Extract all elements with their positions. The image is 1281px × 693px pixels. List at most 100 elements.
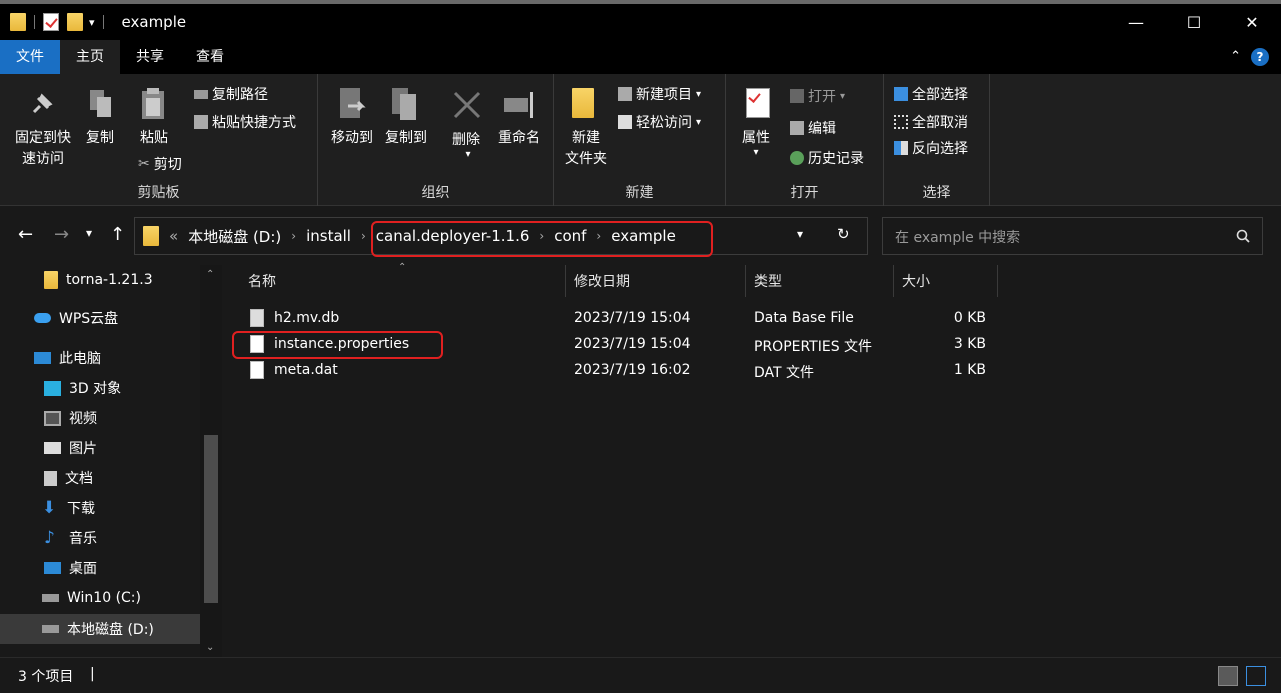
path-highlight-box xyxy=(371,221,713,257)
open-group: 属性 ▾ 打开 ▾ 编辑 历史记录 打开 xyxy=(726,74,884,206)
file-type: DAT 文件 xyxy=(754,365,815,381)
copy-path-button[interactable]: 复制路径 xyxy=(194,84,268,104)
folder-icon xyxy=(44,271,58,289)
scroll-down-icon[interactable]: ⌄ xyxy=(206,642,214,653)
close-button[interactable]: ✕ xyxy=(1223,4,1281,40)
sidebar-item-drive-c[interactable]: Win10 (C:) xyxy=(0,583,200,613)
recent-locations-icon[interactable]: ▾ xyxy=(86,226,92,240)
invert-selection-icon xyxy=(894,141,908,155)
pin-quick-access-button[interactable]: 固定到快 速访问 xyxy=(8,128,78,170)
folder-icon xyxy=(10,13,26,31)
tab-file[interactable]: 文件 xyxy=(0,40,60,74)
address-dropdown-icon[interactable]: ▾ xyxy=(797,227,803,241)
properties-quick-icon[interactable] xyxy=(43,13,59,31)
new-folder-button[interactable]: 新建 文件夹 xyxy=(558,128,614,170)
collapse-ribbon-icon[interactable]: ⌃ xyxy=(1230,49,1241,64)
back-icon[interactable]: ← xyxy=(18,224,33,245)
sidebar-item-desktop[interactable]: 桌面 xyxy=(0,553,200,583)
copy-button[interactable]: 复制 xyxy=(82,128,118,149)
chevron-right-icon[interactable]: › xyxy=(291,229,296,243)
sidebar-item-3d-objects[interactable]: 3D 对象 xyxy=(0,373,200,403)
delete-icon xyxy=(453,91,481,119)
file-name[interactable]: h2.mv.db xyxy=(274,310,339,326)
scroll-up-icon[interactable]: ⌃ xyxy=(206,269,214,280)
ribbon: 固定到快 速访问 复制 粘贴 复制路径 粘贴快捷方式 ✂ 剪切 剪贴板 移动到 复制… xyxy=(0,74,1281,206)
copy-path-icon xyxy=(194,89,208,99)
properties-dropdown-icon[interactable]: ▾ xyxy=(746,142,766,163)
rename-button[interactable]: 重命名 xyxy=(494,128,544,149)
edit-button[interactable]: 编辑 xyxy=(790,118,836,138)
status-cursor: | xyxy=(90,666,95,682)
sidebar-item-wps-cloud[interactable]: WPS云盘 xyxy=(0,303,200,333)
column-header-size[interactable]: 大小 xyxy=(896,265,998,297)
sidebar-item-torna[interactable]: torna-1.21.3 xyxy=(0,265,200,295)
dropdown-icon: ▾ xyxy=(840,90,846,102)
sidebar-item-drive-d[interactable]: 本地磁盘 (D:) xyxy=(0,614,200,644)
sidebar-scrollbar[interactable]: ⌃ ⌄ xyxy=(200,265,222,657)
new-item-button[interactable]: 新建项目 ▾ xyxy=(618,84,701,104)
drive-d-icon xyxy=(42,625,59,633)
drive-c-icon xyxy=(42,594,59,602)
easy-access-button[interactable]: 轻松访问 ▾ xyxy=(618,112,701,132)
copy-to-button[interactable]: 复制到 xyxy=(380,128,432,149)
table-row[interactable]: meta.dat 2023/7/19 16:02 DAT 文件 1 KB xyxy=(224,358,1004,384)
history-icon xyxy=(790,151,804,165)
new-folder-quick-icon[interactable] xyxy=(67,13,83,31)
delete-dropdown-icon[interactable]: ▾ xyxy=(458,144,478,165)
breadcrumb-install[interactable]: install xyxy=(306,227,351,245)
sidebar-item-videos[interactable]: 视频 xyxy=(0,403,200,433)
chevron-right-icon[interactable]: › xyxy=(361,229,366,243)
open-button[interactable]: 打开 ▾ xyxy=(790,86,845,106)
invert-selection-button[interactable]: 反向选择 xyxy=(894,138,968,158)
column-header-type[interactable]: 类型 xyxy=(748,265,894,297)
minimize-button[interactable]: — xyxy=(1107,4,1165,40)
paste-shortcut-button[interactable]: 粘贴快捷方式 xyxy=(194,112,296,132)
download-icon: ⬇ xyxy=(42,497,57,518)
file-type: Data Base File xyxy=(754,310,854,326)
ribbon-tabs: 文件 主页 共享 查看 ⌃ ? xyxy=(0,40,1281,74)
computer-icon xyxy=(34,352,51,364)
tab-home[interactable]: 主页 xyxy=(60,40,120,74)
cut-button[interactable]: ✂ 剪切 xyxy=(138,154,182,174)
desktop-icon xyxy=(44,562,61,574)
forward-icon[interactable]: → xyxy=(54,224,69,245)
tab-share[interactable]: 共享 xyxy=(120,40,180,74)
sidebar-item-pictures[interactable]: 图片 xyxy=(0,433,200,463)
sidebar-item-downloads[interactable]: ⬇ 下载 xyxy=(0,493,200,523)
group-label: 剪贴板 xyxy=(137,185,180,201)
breadcrumb-drive-d[interactable]: 本地磁盘 (D:) xyxy=(188,226,281,247)
sidebar-item-documents[interactable]: 文档 xyxy=(0,463,200,493)
maximize-button[interactable]: ☐ xyxy=(1165,4,1223,40)
file-name[interactable]: meta.dat xyxy=(274,362,338,378)
table-row[interactable]: h2.mv.db 2023/7/19 15:04 Data Base File … xyxy=(224,306,1004,332)
file-size: 3 KB xyxy=(953,336,986,352)
window-title: example xyxy=(121,13,187,31)
cloud-icon xyxy=(34,313,51,323)
refresh-icon[interactable]: ↻ xyxy=(837,225,850,243)
tab-view[interactable]: 查看 xyxy=(180,40,240,74)
select-all-button[interactable]: 全部选择 xyxy=(894,84,968,104)
details-view-icon[interactable] xyxy=(1218,666,1238,686)
help-icon[interactable]: ? xyxy=(1251,48,1269,66)
scrollbar-thumb[interactable] xyxy=(204,435,218,603)
music-icon: ♪ xyxy=(44,527,55,548)
column-header-date[interactable]: 修改日期 xyxy=(568,265,746,297)
group-label: 新建 xyxy=(625,185,654,201)
search-box[interactable]: 在 example 中搜索 xyxy=(882,217,1263,255)
quick-access-dropdown-icon[interactable]: ▾ xyxy=(89,16,95,29)
large-icons-view-icon[interactable] xyxy=(1246,666,1266,686)
organize-group: 移动到 复制到 删除 ▾ 重命名 组织 xyxy=(318,74,554,206)
move-to-button[interactable]: 移动到 xyxy=(326,128,378,149)
paste-button[interactable]: 粘贴 xyxy=(134,128,174,149)
up-icon[interactable]: ↑ xyxy=(110,224,125,245)
select-group: 全部选择 全部取消 反向选择 选择 xyxy=(884,74,990,206)
easy-access-icon xyxy=(618,115,632,129)
column-header-name[interactable]: 名称 xyxy=(242,265,566,297)
sidebar-item-music[interactable]: ♪ 音乐 xyxy=(0,523,200,553)
sidebar-item-this-pc[interactable]: 此电脑 xyxy=(0,343,200,373)
paste-icon xyxy=(142,88,164,119)
history-button[interactable]: 历史记录 xyxy=(790,148,864,168)
breadcrumb-overflow[interactable]: « xyxy=(169,227,178,245)
select-none-button[interactable]: 全部取消 xyxy=(894,112,968,132)
video-icon xyxy=(44,410,61,426)
